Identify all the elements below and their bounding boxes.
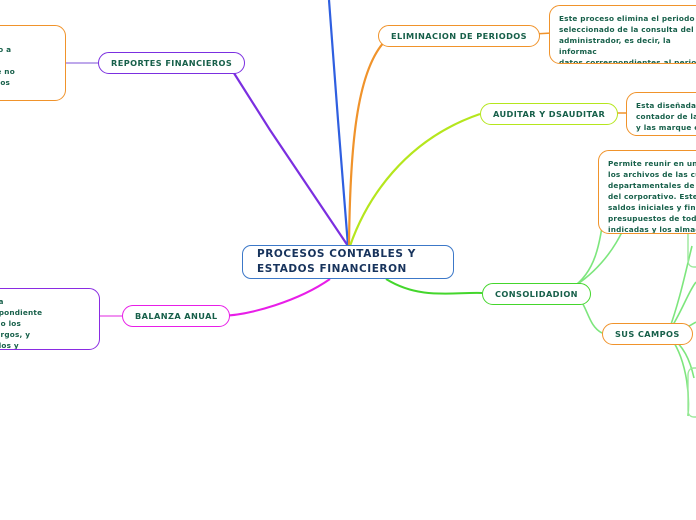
topic-consolidadion[interactable]: CONSOLIDADION: [482, 283, 591, 305]
topic-balanza-anual-label: BALANZA ANUAL: [135, 311, 218, 321]
topic-reportes-financieros-label: REPORTES FINANCIEROS: [111, 58, 233, 68]
topic-eliminacion-de-periodos-label: ELIMINACION DE PERIODOS: [391, 31, 527, 41]
offscreen-box-bottom-right: [687, 367, 696, 418]
connector-balanza: [217, 278, 331, 317]
connector-reportes: [231, 69, 349, 247]
connector-suscampos-fan-1: [667, 245, 693, 334]
mindmap-canvas: PROCESOS CONTABLES Y ESTADOS FINANCIERON…: [0, 0, 696, 520]
note-auditar-y-dsauditar[interactable]: Esta diseñada contador de la y las marqu…: [626, 92, 696, 136]
topic-auditar-y-dsauditar[interactable]: AUDITAR Y DSAUDITAR: [480, 103, 619, 125]
central-line-2: ESTADOS FINANCIERON: [257, 263, 407, 275]
note-consolidadion[interactable]: Permite reunir en un los archivos de las…: [598, 150, 696, 234]
topic-sus-campos-label: SUS CAMPOS: [615, 329, 680, 339]
topic-reportes-financieros[interactable]: REPORTES FINANCIEROS: [98, 52, 246, 74]
connector-suscampos-fan-5: [667, 333, 690, 417]
central-line-1: PROCESOS CONTABLES Y: [257, 247, 416, 260]
connector-eliminacion: [347, 39, 387, 247]
connector-blue-branch: [327, 0, 350, 247]
topic-auditar-y-dsauditar-label: AUDITAR Y DSAUDITAR: [493, 109, 606, 119]
central-topic[interactable]: PROCESOS CONTABLES Y ESTADOS FINANCIERON: [242, 245, 454, 279]
connector-consolidadion: [385, 278, 483, 295]
central-topic-text: PROCESOS CONTABLES Y ESTADOS FINANCIERON: [257, 247, 416, 277]
topic-balanza-anual[interactable]: BALANZA ANUAL: [122, 305, 231, 327]
topic-sus-campos[interactable]: SUS CAMPOS: [602, 323, 693, 345]
connector-auditar: [348, 112, 481, 247]
note-balanza-anual[interactable]: o se crea una acion correspondiente lo, …: [0, 288, 100, 350]
topic-eliminacion-de-periodos[interactable]: ELIMINACION DE PERIODOS: [378, 25, 540, 47]
note-reportes-financieros[interactable]: ne como ar, derivado a lene la nomico qu…: [0, 25, 66, 101]
note-eliminacion-de-periodos[interactable]: Este proceso elimina el periodo seleccio…: [549, 5, 696, 64]
topic-consolidadion-label: CONSOLIDADION: [495, 289, 578, 299]
